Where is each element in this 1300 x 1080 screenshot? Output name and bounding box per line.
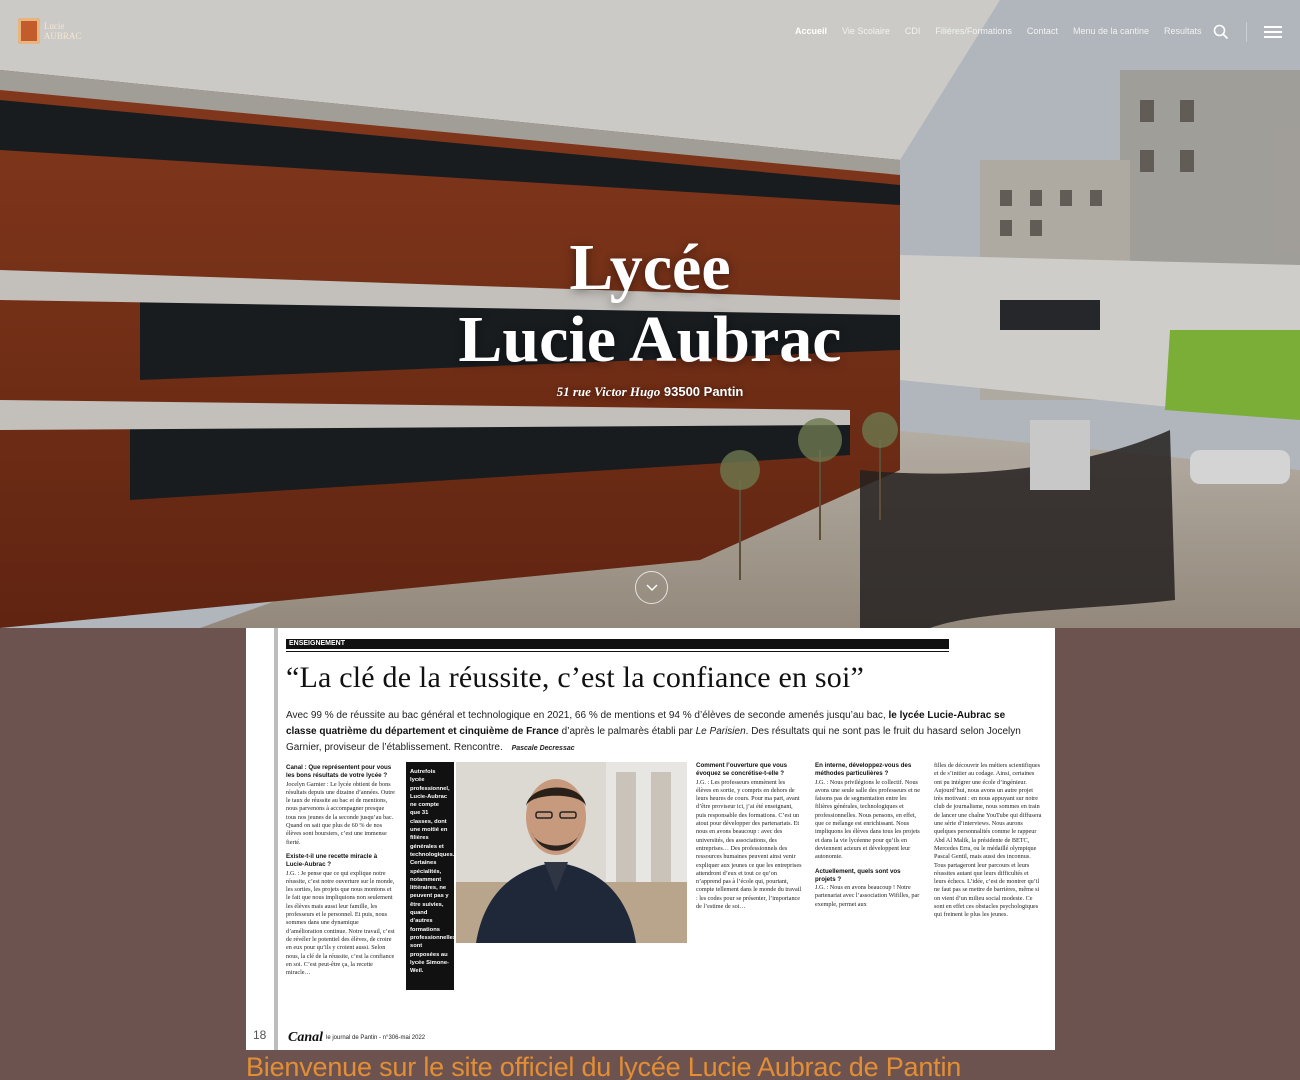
article-column-4: En interne, développez-vous des méthodes… (815, 762, 920, 908)
article-column-1: Canal : Que représentent pour vous les b… (286, 764, 395, 977)
hero-address: 51 rue Victor Hugo 93500 Pantin (0, 384, 1300, 400)
hero-banner: Lucie AUBRAC Accueil Vie Scolaire CDI Fi… (0, 0, 1300, 628)
page-number: 18 (253, 1028, 267, 1042)
article-column-3: Comment l’ouverture que vous évoquez se … (696, 762, 802, 911)
newspaper-issue: le journal de Pantin - n°306-mai 2022 (326, 1035, 426, 1041)
welcome-message: Bienvenue sur le site officiel du lycée … (246, 1052, 962, 1080)
hero-title-line1: Lycée (569, 231, 731, 304)
nav-divider (1246, 22, 1247, 42)
site-logo[interactable]: Lucie AUBRAC (18, 16, 94, 46)
main-nav: Accueil Vie Scolaire CDI Filières/Format… (795, 26, 1202, 36)
search-icon[interactable] (1213, 24, 1229, 40)
nav-item-filieres-formations[interactable]: Filières/Formations (935, 26, 1012, 36)
rubric-rule (286, 651, 949, 652)
article-rubric: ENSEIGNEMENT (286, 639, 949, 649)
chevron-down-icon[interactable] (635, 571, 668, 604)
nav-item-resultats[interactable]: Resultats (1164, 26, 1202, 36)
article-sidebar-box: Autrefois lycée professionnel, Lucie-Aub… (406, 762, 454, 990)
nav-item-contact[interactable]: Contact (1027, 26, 1058, 36)
logo-text: Lucie AUBRAC (43, 21, 82, 41)
press-article-clipping: ENSEIGNEMENT “La clé de la réussite, c’e… (246, 628, 1055, 1050)
article-lead: Avec 99 % de réussite au bac général et … (286, 710, 1021, 753)
address-street: 51 rue Victor Hugo (556, 384, 661, 399)
article-headline: “La clé de la réussite, c’est la confian… (286, 661, 865, 694)
article-signature: Pascale Decressac (511, 745, 575, 752)
newspaper-brand: Canal (288, 1030, 324, 1045)
page-gutter (274, 628, 278, 1050)
article-column-5: filles de découvrir les métiers scientif… (934, 762, 1042, 919)
hamburger-menu-icon[interactable] (1264, 26, 1282, 38)
hero-title: Lycée Lucie Aubrac (0, 232, 1300, 376)
nav-item-cdi[interactable]: CDI (905, 26, 921, 36)
address-city: 93500 Pantin (663, 384, 744, 399)
logo-mark-icon (18, 18, 40, 44)
hero-title-line2: Lucie Aubrac (458, 303, 842, 376)
nav-item-vie-scolaire[interactable]: Vie Scolaire (842, 26, 890, 36)
principal-portrait-photo (456, 762, 687, 943)
nav-item-menu-cantine[interactable]: Menu de la cantine (1073, 26, 1149, 36)
nav-item-accueil[interactable]: Accueil (795, 26, 827, 36)
